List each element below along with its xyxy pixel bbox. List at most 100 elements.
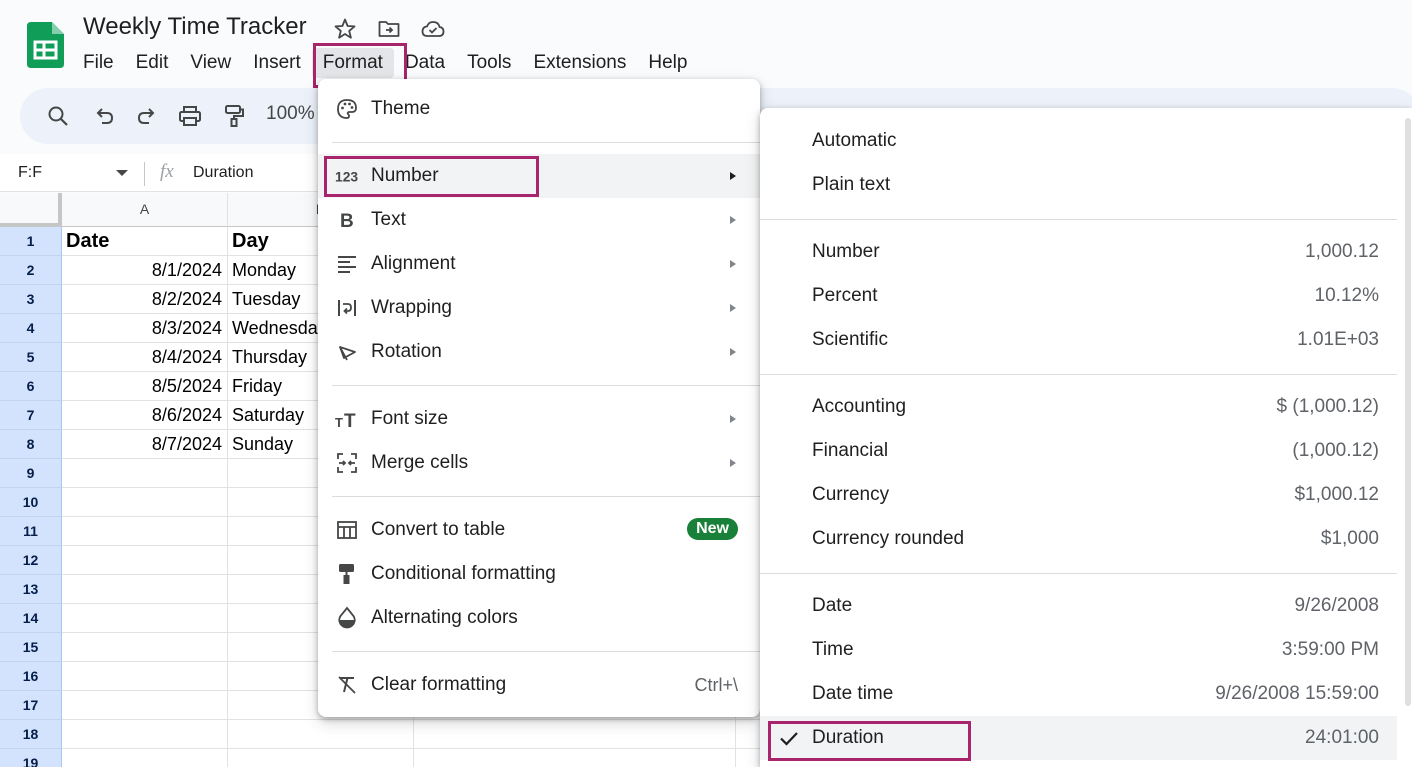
menu-view[interactable]: View	[179, 48, 242, 78]
row-header[interactable]: 16	[0, 662, 62, 691]
format-time[interactable]: Time 3:59:00 PM	[760, 628, 1397, 672]
menu-item-label: Font size	[371, 408, 449, 429]
menu-item-wrapping[interactable]: Wrapping	[318, 286, 760, 330]
cell-date[interactable]: 8/4/2024	[62, 343, 228, 372]
menu-item-font-size[interactable]: TT Font size	[318, 397, 760, 441]
format-plain-text[interactable]: Plain text	[760, 163, 1397, 207]
row-header[interactable]: 17	[0, 691, 62, 720]
name-box-dropdown-icon[interactable]	[116, 170, 128, 176]
menu-item-clear-formatting[interactable]: Clear formatting Ctrl+\	[318, 663, 760, 707]
menu-item-label: Conditional formatting	[371, 563, 556, 584]
redo-icon[interactable]	[133, 102, 161, 130]
menu-item-conditional-formatting[interactable]: Conditional formatting	[318, 552, 760, 596]
format-date[interactable]: Date 9/26/2008	[760, 584, 1397, 628]
paint-format-icon[interactable]	[220, 102, 248, 130]
row-header[interactable]: 13	[0, 575, 62, 604]
format-percent[interactable]: Percent 10.12%	[760, 274, 1397, 318]
cell-date[interactable]: 8/1/2024	[62, 256, 228, 285]
menu-item-label: Alignment	[371, 253, 456, 274]
row-header[interactable]: 2	[0, 256, 62, 285]
format-currency-rounded[interactable]: Currency rounded $1,000	[760, 517, 1397, 561]
menu-edit[interactable]: Edit	[125, 48, 180, 78]
search-menus-icon[interactable]	[44, 102, 72, 130]
format-currency[interactable]: Currency $1,000.12	[760, 473, 1397, 517]
star-icon[interactable]	[332, 16, 358, 42]
menu-separator	[760, 219, 1397, 220]
format-scientific[interactable]: Scientific 1.01E+03	[760, 318, 1397, 362]
format-financial[interactable]: Financial (1,000.12)	[760, 429, 1397, 473]
move-folder-icon[interactable]	[376, 16, 402, 42]
format-automatic[interactable]: Automatic	[760, 119, 1397, 163]
menu-help[interactable]: Help	[637, 48, 698, 78]
row-header[interactable]: 15	[0, 633, 62, 662]
format-label: Currency rounded	[812, 528, 965, 549]
format-label: Scientific	[812, 329, 889, 350]
row-header[interactable]: 19	[0, 749, 62, 767]
format-duration[interactable]: Duration 24:01:00	[760, 716, 1397, 760]
format-number[interactable]: Number 1,000.12	[760, 230, 1397, 274]
format-example: $1,000.12	[1294, 484, 1379, 505]
sheets-logo-icon[interactable]	[27, 22, 64, 68]
cloud-saved-icon[interactable]	[420, 16, 446, 42]
color-drop-icon	[335, 606, 359, 630]
menu-item-merge-cells[interactable]: Merge cells	[318, 441, 760, 485]
format-label: Date time	[812, 683, 894, 704]
format-menu: Theme 123 Number B Text Alignment Wrappi…	[318, 79, 760, 717]
row-header[interactable]: 4	[0, 314, 62, 343]
print-icon[interactable]	[176, 102, 204, 130]
row-header[interactable]: 8	[0, 430, 62, 459]
zoom-select[interactable]: 100%	[266, 103, 315, 125]
menu-item-label: Rotation	[371, 341, 442, 362]
menu-data[interactable]: Data	[394, 48, 456, 78]
menu-item-label: Clear formatting	[371, 674, 507, 695]
row-header[interactable]: 7	[0, 401, 62, 430]
name-box[interactable]: F:F	[18, 164, 42, 182]
menu-item-convert-to-table[interactable]: Convert to table New	[318, 508, 760, 552]
format-example: 24:01:00	[1305, 727, 1379, 748]
row-header[interactable]: 3	[0, 285, 62, 314]
submenu-arrow-icon	[730, 216, 736, 224]
row-header[interactable]: 5	[0, 343, 62, 372]
row-header[interactable]: 14	[0, 604, 62, 633]
formula-input[interactable]: Duration	[193, 164, 253, 182]
menu-file[interactable]: File	[72, 48, 125, 78]
menu-separator	[760, 374, 1397, 375]
menu-item-label: Convert to table	[371, 519, 506, 540]
document-title[interactable]: Weekly Time Tracker	[83, 13, 307, 41]
cell-date[interactable]: 8/3/2024	[62, 314, 228, 343]
row-header[interactable]: 1	[0, 227, 62, 256]
submenu-scrollbar[interactable]	[1405, 118, 1411, 706]
svg-text:B: B	[340, 211, 354, 230]
undo-icon[interactable]	[90, 102, 118, 130]
format-accounting[interactable]: Accounting $ (1,000.12)	[760, 385, 1397, 429]
menu-item-alignment[interactable]: Alignment	[318, 242, 760, 286]
cell-date[interactable]: 8/7/2024	[62, 430, 228, 459]
menu-format[interactable]: Format	[311, 48, 394, 78]
row-header[interactable]: 6	[0, 372, 62, 401]
header-cell-date[interactable]: Date	[62, 227, 228, 256]
column-header-a[interactable]: A	[62, 193, 228, 227]
menu-tools[interactable]: Tools	[456, 48, 522, 78]
row-header[interactable]: 9	[0, 459, 62, 488]
format-date-time[interactable]: Date time 9/26/2008 15:59:00	[760, 672, 1397, 716]
menu-item-number[interactable]: 123 Number	[318, 154, 760, 198]
cell-date[interactable]: 8/2/2024	[62, 285, 228, 314]
sheets-window: Weekly Time Tracker File Edit View Inser…	[0, 0, 1412, 767]
menu-item-theme[interactable]: Theme	[318, 87, 760, 131]
menu-insert[interactable]: Insert	[242, 48, 312, 78]
select-all-corner[interactable]	[0, 193, 62, 227]
row-header[interactable]: 12	[0, 546, 62, 575]
row-header[interactable]: 18	[0, 720, 62, 749]
menu-extensions[interactable]: Extensions	[522, 48, 637, 78]
menu-item-text[interactable]: B Text	[318, 198, 760, 242]
submenu-arrow-icon	[730, 260, 736, 268]
cell-date[interactable]: 8/6/2024	[62, 401, 228, 430]
row-header[interactable]: 10	[0, 488, 62, 517]
cell-date[interactable]: 8/5/2024	[62, 372, 228, 401]
menu-item-rotation[interactable]: Rotation	[318, 330, 760, 374]
menu-item-alternating-colors[interactable]: Alternating colors	[318, 596, 760, 640]
paint-roller-icon	[335, 562, 359, 586]
menubar: File Edit View Insert Format Data Tools …	[72, 48, 698, 78]
format-example: 9/26/2008	[1294, 595, 1379, 616]
row-header[interactable]: 11	[0, 517, 62, 546]
